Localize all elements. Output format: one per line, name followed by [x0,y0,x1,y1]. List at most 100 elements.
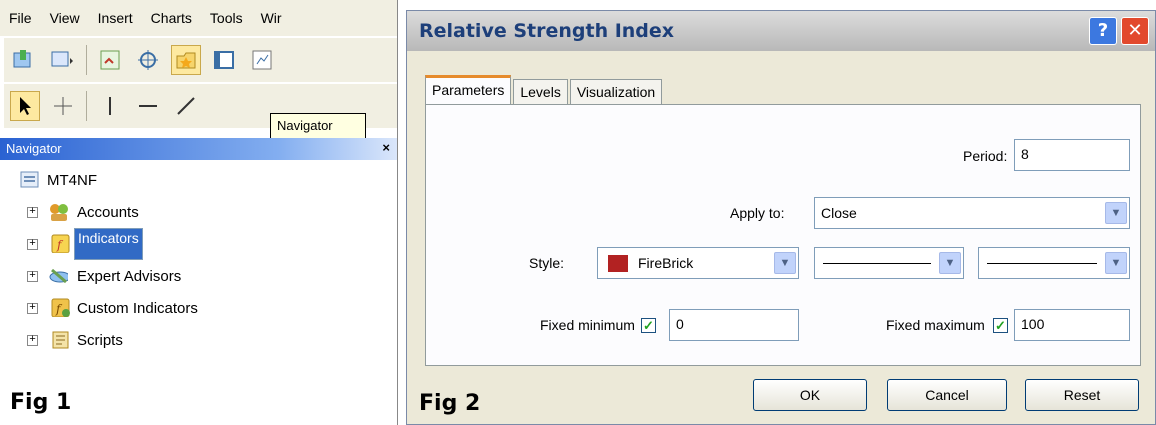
terminal-button[interactable] [209,45,239,75]
navigator-header: Navigator × [0,138,397,160]
style-color-name: FireBrick [638,255,694,271]
tree-item-scripts[interactable]: + Scripts [0,324,397,356]
line-style-sample [823,263,931,264]
strategy-tester-button[interactable] [247,45,277,75]
dialog-title: Relative Strength Index [419,20,675,42]
fixed-minimum-input[interactable]: 0 [669,309,799,341]
tab-levels[interactable]: Levels [513,79,568,105]
navigator-title: Navigator [6,141,62,156]
terminal-icon [214,51,234,69]
scripts-icon [52,331,69,349]
toolbar-separator [86,91,87,121]
standard-toolbar [4,38,397,82]
tree-root[interactable]: MT4NF [0,164,397,196]
strategy-tester-icon [252,50,272,70]
tree-item-indicators[interactable]: + f Indicators [0,228,397,260]
navigator-button[interactable] [171,45,201,75]
menu-charts[interactable]: Charts [142,10,201,26]
tree-root-label: MT4NF [47,171,97,189]
expert-advisors-icon [49,268,68,284]
tree-item-label: Custom Indicators [77,299,198,317]
fixed-minimum-checkbox[interactable]: ✓ [641,318,656,333]
tab-parameters[interactable]: Parameters [425,75,512,105]
tree-item-expert-advisors[interactable]: + Expert Advisors [0,260,397,292]
chevron-down-icon: ▼ [774,252,796,274]
new-chart-icon [13,50,31,68]
color-swatch [608,255,628,272]
parameters-panel: Period: 8 Apply to: Close ▼ Style: FireB… [425,104,1141,366]
ok-button[interactable]: OK [753,379,867,411]
toolbar-separator [86,45,87,75]
fixed-maximum-label: Fixed maximum [886,317,985,333]
crosshair-tool-icon [54,97,72,115]
line-style-select[interactable]: ▼ [814,247,964,279]
profiles-icon [51,51,73,67]
style-color-select[interactable]: FireBrick ▼ [597,247,799,279]
reset-button[interactable]: Reset [1025,379,1139,411]
menu-view[interactable]: View [41,10,89,26]
tree-item-label: Scripts [77,331,123,349]
menu-bar: File View Insert Charts Tools Wir [0,0,397,36]
fixed-minimum-label: Fixed minimum [540,317,635,333]
chevron-down-icon: ▼ [1105,252,1127,274]
cancel-button[interactable]: Cancel [887,379,1007,411]
trendline-button[interactable] [171,91,201,121]
menu-insert[interactable]: Insert [89,10,142,26]
crosshair-button[interactable] [48,91,78,121]
expand-icon[interactable]: + [27,335,38,346]
fixed-maximum-input[interactable]: 100 [1014,309,1130,341]
figure-caption: Fig 1 [10,390,72,415]
style-label: Style: [529,255,565,271]
navigator-icon [176,52,196,69]
navigator-close-button[interactable]: × [382,140,390,155]
navigator-window: File View Insert Charts Tools Wir Naviga… [0,0,398,425]
data-window-button[interactable] [133,45,163,75]
period-input[interactable]: 8 [1014,139,1130,171]
apply-to-select[interactable]: Close ▼ [814,197,1130,229]
navigator-tree: MT4NF + Accounts + f Indicators + Expert… [0,164,397,356]
rsi-dialog: Relative Strength Index ? ✕ Parameters L… [406,10,1156,425]
tree-item-label: Accounts [77,203,139,221]
vertical-line-icon [109,97,111,115]
cursor-icon [20,97,31,115]
menu-file[interactable]: File [0,10,41,26]
tree-item-accounts[interactable]: + Accounts [0,196,397,228]
market-watch-icon [100,50,120,70]
accounts-icon [50,204,68,221]
tree-item-custom-indicators[interactable]: + f Custom Indicators [0,292,397,324]
expand-icon[interactable]: + [27,303,38,314]
cursor-button[interactable] [10,91,40,121]
expand-icon[interactable]: + [27,207,38,218]
apply-to-label: Apply to: [730,205,785,221]
expand-icon[interactable]: + [27,271,38,282]
help-button[interactable]: ? [1089,17,1117,45]
profiles-button[interactable] [48,45,78,75]
crosshair-icon [138,50,158,70]
tree-item-label: Indicators [74,228,143,260]
indicators-icon: f [51,234,70,253]
tab-bar: Parameters Levels Visualization [425,75,664,105]
tab-visualization[interactable]: Visualization [569,79,663,105]
expand-icon[interactable]: + [27,239,38,250]
line-width-sample [987,263,1097,264]
trendline-icon [177,97,195,115]
horizontal-line-button[interactable] [133,91,163,121]
chevron-down-icon: ▼ [939,252,961,274]
dialog-titlebar: Relative Strength Index ? ✕ [407,11,1155,51]
custom-indicators-icon: f [51,298,70,317]
fixed-maximum-checkbox[interactable]: ✓ [993,318,1008,333]
new-chart-button[interactable] [10,45,40,75]
close-button[interactable]: ✕ [1121,17,1149,45]
terminal-root-icon [20,171,39,188]
vertical-line-button[interactable] [95,91,125,121]
horizontal-line-icon [139,105,157,107]
line-width-select[interactable]: ▼ [978,247,1130,279]
apply-to-value: Close [821,205,857,221]
menu-window[interactable]: Wir [252,10,291,26]
market-watch-button[interactable] [95,45,125,75]
menu-tools[interactable]: Tools [201,10,252,26]
chevron-down-icon: ▼ [1105,202,1127,224]
tree-item-label: Expert Advisors [77,267,182,285]
navigator-tooltip: Navigator [270,113,366,139]
period-label: Period: [963,148,1008,164]
